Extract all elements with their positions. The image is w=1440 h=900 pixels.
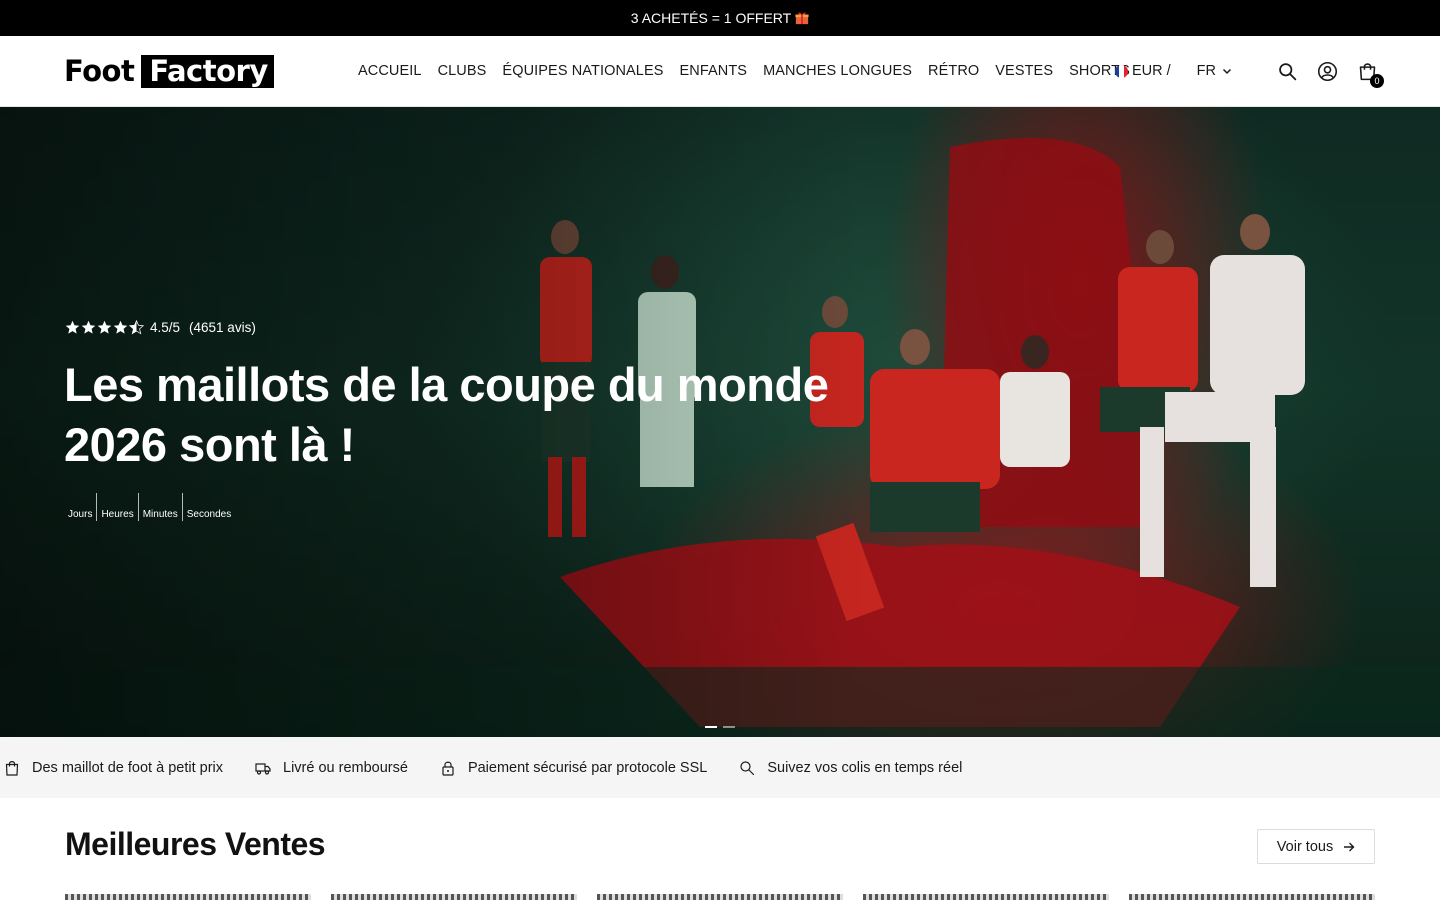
countdown-hours: Heures [96,493,137,521]
user-icon [1317,61,1337,81]
product-card[interactable] [597,894,843,900]
view-all-button[interactable]: Voir tous [1257,829,1375,864]
carousel-dots [705,726,735,728]
product-card[interactable] [863,894,1109,900]
nav-clubs[interactable]: CLUBS [438,63,487,79]
feature-label: Livré ou remboursé [283,759,408,776]
product-grid [65,894,1375,900]
language-label: FR [1196,63,1216,79]
site-header: Foot Factory ACCUEIL CLUBS ÉQUIPES NATIO… [0,36,1440,107]
countdown-seconds: Secondes [181,493,235,521]
nav-retro[interactable]: RÉTRO [928,63,979,79]
logo-text-foot: Foot [64,54,135,88]
nav-vestes[interactable]: VESTES [995,63,1053,79]
france-flag-icon [1114,64,1128,78]
feature-item-secure-payment: Paiement sécurisé par protocole SSL [440,760,707,776]
shopping-bag-icon [5,760,19,776]
currency-selector[interactable]: EUR / [1114,63,1171,79]
product-card[interactable] [331,894,577,900]
carousel-dot-1[interactable] [705,726,717,728]
view-all-label: Voir tous [1276,838,1334,855]
logo-text-factory: Factory [141,54,274,88]
features-strip: Des maillot de foot à petit prix Livré o… [0,737,1440,798]
feature-item-tracking: Suivez vos colis en temps réel [739,760,962,776]
search-button[interactable] [1276,60,1298,82]
cart-count-badge: 0 [1370,74,1384,88]
countdown-minutes: Minutes [137,493,182,521]
site-logo[interactable]: Foot Factory [64,53,274,89]
nav-accueil[interactable]: ACCUEIL [358,63,422,79]
product-card[interactable] [1129,894,1375,900]
hero-banner[interactable]: 4.5/5 (4651 avis) Les maillots de la cou… [0,107,1440,737]
nav-enfants[interactable]: ENFANTS [680,63,748,79]
search-icon [1278,62,1296,80]
feature-item-delivery: Livré ou remboursé [255,760,408,776]
countdown-days: Jours [68,509,93,520]
feature-label: Paiement sécurisé par protocole SSL [467,759,708,776]
feature-item-price: Des maillot de foot à petit prix [4,760,223,776]
arrow-right-icon [1344,842,1355,851]
hero-title: Les maillots de la coupe du monde 2026 s… [64,358,829,471]
rating-score: 4.5/5 [150,320,181,335]
feature-label: Des maillot de foot à petit prix [32,759,224,776]
rating-stars-icon [65,320,144,335]
feature-label: Suivez vos colis en temps réel [767,759,963,776]
currency-label: EUR / [1131,63,1171,79]
best-sellers-title: Meilleures Ventes [65,826,326,862]
announcement-bar: 3 ACHETÉS = 1 OFFERT [0,0,1440,36]
header-tools: EUR / FR 0 [1114,36,1384,106]
nav-equipes-nationales[interactable]: ÉQUIPES NATIONALES [502,63,663,79]
chevron-down-icon [1222,68,1232,75]
search-icon [740,760,755,775]
cart-button[interactable]: 0 [1356,60,1384,88]
hero-rating: 4.5/5 (4651 avis) [65,320,256,335]
lock-icon [442,761,454,776]
nav-manches-longues[interactable]: MANCHES LONGUES [763,63,912,79]
delivery-truck-icon [255,762,271,775]
language-selector[interactable]: FR [1197,63,1232,79]
carousel-dot-2[interactable] [723,726,735,728]
countdown-timer: Jours Heures Minutes Secondes [64,493,235,521]
rating-review-count: (4651 avis) [189,320,256,335]
announcement-text: 3 ACHETÉS = 1 OFFERT [630,10,792,26]
gift-icon [795,11,809,25]
main-nav: ACCUEIL CLUBS ÉQUIPES NATIONALES ENFANTS… [358,36,1130,106]
product-card[interactable] [65,894,311,900]
account-button[interactable] [1316,60,1338,82]
